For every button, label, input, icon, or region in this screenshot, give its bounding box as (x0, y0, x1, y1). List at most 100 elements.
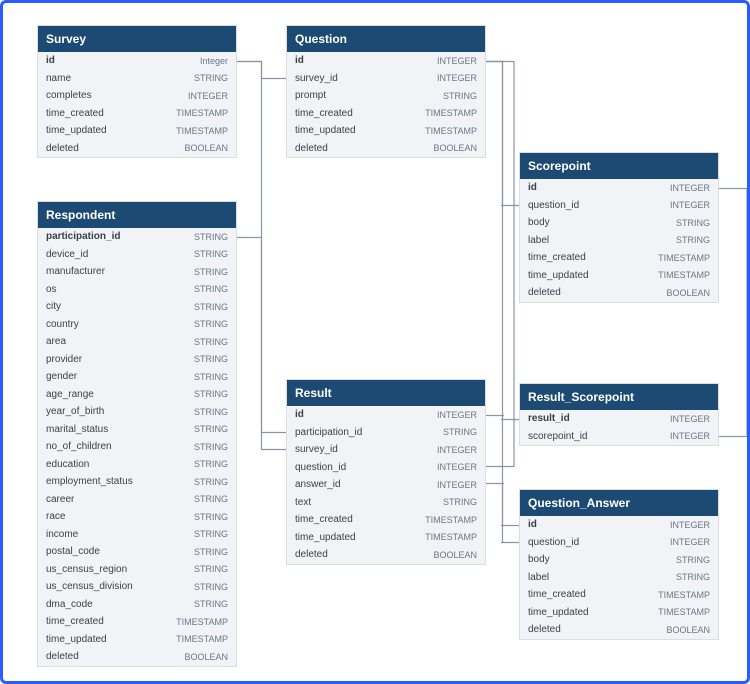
field-type: STRING (443, 426, 477, 438)
field-name: city (46, 300, 61, 314)
field-name: provider (46, 353, 82, 367)
field-name: id (46, 54, 55, 68)
field-type: BOOLEAN (433, 142, 477, 154)
field-type: STRING (194, 318, 228, 330)
field-name: name (46, 72, 71, 86)
field-type: STRING (194, 458, 228, 470)
table-header: Survey (38, 26, 236, 52)
field-type: STRING (443, 496, 477, 508)
table-question: QuestionidINTEGERsurvey_idINTEGERpromptS… (286, 25, 486, 158)
field-type: INTEGER (188, 90, 228, 102)
field-name: education (46, 458, 89, 472)
field-type: STRING (194, 423, 228, 435)
field-row: deletedBOOLEAN (38, 140, 236, 158)
table-respondent: Respondentparticipation_idSTRINGdevice_i… (37, 201, 237, 667)
field-type: BOOLEAN (433, 549, 477, 561)
field-type: TIMESTAMP (425, 107, 477, 119)
field-type: TIMESTAMP (425, 514, 477, 526)
field-row: labelSTRING (520, 569, 718, 587)
field-row: areaSTRING (38, 333, 236, 351)
field-row: textSTRING (287, 494, 485, 512)
field-type: TIMESTAMP (176, 107, 228, 119)
field-type: STRING (194, 563, 228, 575)
field-name: participation_id (46, 230, 120, 244)
field-row: idInteger (38, 52, 236, 70)
field-name: gender (46, 370, 77, 384)
field-name: question_id (295, 461, 346, 475)
field-row: deletedBOOLEAN (520, 621, 718, 639)
field-row: time_createdTIMESTAMP (38, 105, 236, 123)
field-row: bodySTRING (520, 551, 718, 569)
field-name: survey_id (295, 443, 338, 457)
field-name: id (295, 408, 304, 422)
field-type: STRING (194, 353, 228, 365)
field-row: employment_statusSTRING (38, 473, 236, 491)
field-name: deleted (46, 142, 79, 156)
field-name: time_created (295, 513, 353, 527)
field-row: question_idINTEGER (520, 197, 718, 215)
table-question_answer: Question_AnsweridINTEGERquestion_idINTEG… (519, 489, 719, 640)
field-row: survey_idINTEGER (287, 70, 485, 88)
field-row: idINTEGER (287, 406, 485, 424)
field-name: device_id (46, 248, 88, 262)
field-row: time_createdTIMESTAMP (38, 613, 236, 631)
field-row: raceSTRING (38, 508, 236, 526)
erd-canvas: SurveyidIntegernameSTRINGcompletesINTEGE… (0, 0, 750, 684)
field-row: time_updatedTIMESTAMP (287, 122, 485, 140)
field-type: STRING (194, 581, 228, 593)
field-row: marital_statusSTRING (38, 421, 236, 439)
table-scorepoint: ScorepointidINTEGERquestion_idINTEGERbod… (519, 152, 719, 303)
field-name: body (528, 553, 550, 567)
field-type: STRING (194, 598, 228, 610)
field-name: completes (46, 89, 92, 103)
field-row: manufacturer STRING (38, 263, 236, 281)
field-name: deleted (46, 650, 79, 664)
field-name: time_updated (46, 124, 107, 138)
field-type: STRING (194, 266, 228, 278)
field-row: careerSTRING (38, 491, 236, 509)
field-row: age_rangeSTRING (38, 386, 236, 404)
field-type: TIMESTAMP (425, 531, 477, 543)
field-name: income (46, 528, 78, 542)
field-type: INTEGER (437, 72, 477, 84)
field-name: id (295, 54, 304, 68)
field-type: STRING (194, 476, 228, 488)
field-name: time_created (528, 251, 586, 265)
field-name: id (528, 518, 537, 532)
field-row: genderSTRING (38, 368, 236, 386)
field-row: time_createdTIMESTAMP (520, 249, 718, 267)
field-row: question_idINTEGER (520, 534, 718, 552)
field-name: manufacturer (46, 265, 105, 279)
field-type: STRING (194, 336, 228, 348)
field-name: time_updated (528, 606, 589, 620)
field-name: question_id (528, 199, 579, 213)
field-name: age_range (46, 388, 94, 402)
field-type: INTEGER (670, 519, 710, 531)
field-name: participation_id (295, 426, 362, 440)
field-row: nameSTRING (38, 70, 236, 88)
field-row: time_updatedTIMESTAMP (520, 604, 718, 622)
field-type: TIMESTAMP (176, 633, 228, 645)
field-row: os STRING (38, 281, 236, 299)
field-type: INTEGER (437, 479, 477, 491)
field-row: deleted BOOLEAN (520, 284, 718, 302)
field-type: STRING (194, 511, 228, 523)
field-row: time_createdTIMESTAMP (287, 105, 485, 123)
field-name: time_updated (295, 531, 356, 545)
relation-line (719, 189, 747, 437)
table-header: Question (287, 26, 485, 52)
relation-line (486, 484, 519, 526)
field-row: participation_id STRING (287, 424, 485, 442)
field-type: STRING (194, 231, 228, 243)
field-type: TIMESTAMP (176, 616, 228, 628)
field-name: label (528, 571, 549, 585)
field-row: year_of_birthSTRING (38, 403, 236, 421)
field-type: INTEGER (437, 444, 477, 456)
field-type: STRING (194, 283, 228, 295)
field-type: BOOLEAN (666, 287, 710, 299)
field-name: deleted (528, 286, 561, 300)
field-row: survey_id INTEGER (287, 441, 485, 459)
field-name: os (46, 283, 57, 297)
field-row: labelSTRING (520, 232, 718, 250)
field-row: device_idSTRING (38, 246, 236, 264)
